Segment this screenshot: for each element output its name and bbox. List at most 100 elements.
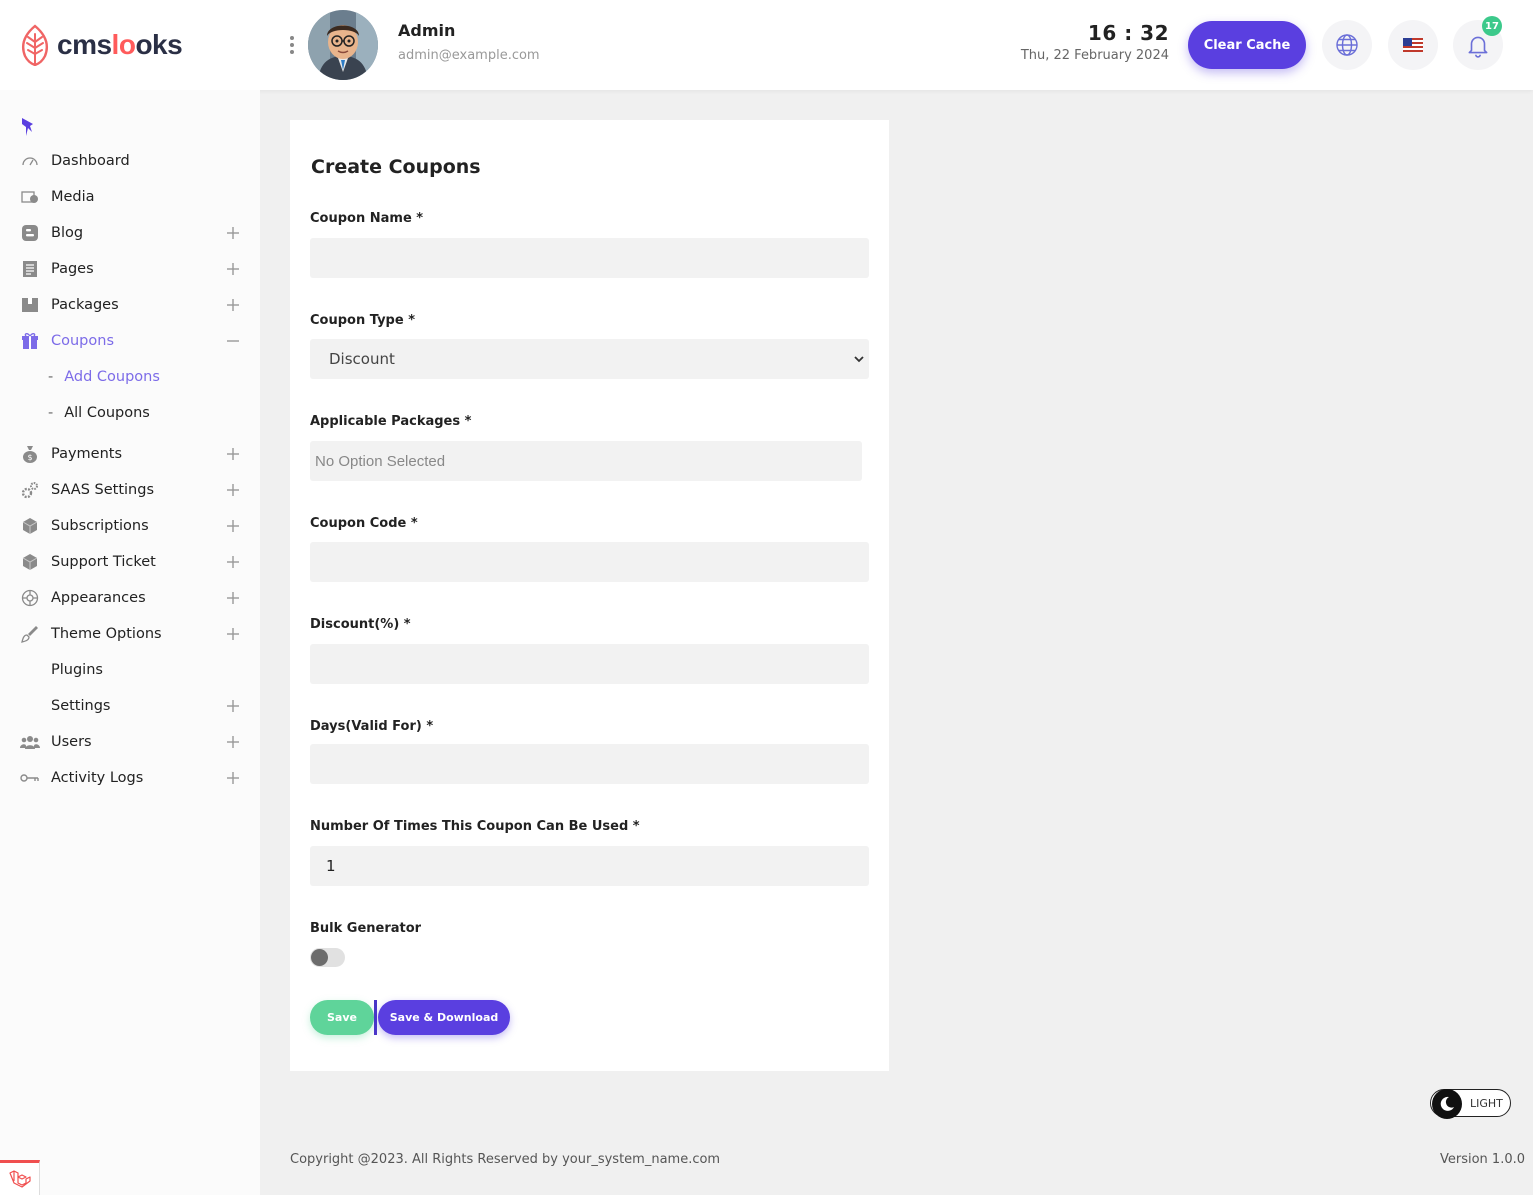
expand-plus-icon[interactable] [226, 771, 240, 785]
coupon-code-label: Coupon Code * [310, 516, 418, 531]
sidebar-subitem-all-coupons[interactable]: - All Coupons [0, 395, 260, 431]
svg-text:$: $ [27, 453, 32, 462]
coupon-type-select[interactable]: Discount [310, 339, 869, 379]
sidebar-item-label: Theme Options [51, 626, 162, 642]
sidebar-item-dashboard[interactable]: Dashboard [0, 143, 260, 179]
save-and-download-button[interactable]: Save & Download [378, 1000, 510, 1035]
user-email: admin@example.com [398, 48, 540, 63]
sidebar-item-activity-logs[interactable]: Activity Logs [0, 760, 260, 796]
sidebar-item-appearances[interactable]: Appearances [0, 580, 260, 616]
sidebar-item-label: Media [51, 189, 95, 205]
pin-icon[interactable] [19, 116, 37, 142]
expand-plus-icon[interactable] [226, 483, 240, 497]
usage-limit-label: Number Of Times This Coupon Can Be Used … [310, 819, 640, 834]
sidebar-subitem-add-coupons[interactable]: - Add Coupons [0, 359, 260, 395]
applicable-packages-multiselect[interactable]: No Option Selected [310, 441, 862, 481]
theme-mode-toggle[interactable]: LIGHT [1430, 1089, 1511, 1119]
sidebar-item-plugins[interactable]: Plugins [0, 652, 260, 688]
sidebar-item-subscriptions[interactable]: Subscriptions [0, 508, 260, 544]
expand-plus-icon[interactable] [226, 447, 240, 461]
bell-icon [1468, 36, 1488, 58]
gift-icon [20, 331, 40, 351]
sidebar-subitem-label: Add Coupons [64, 369, 160, 385]
logo-text: cmslooks [57, 29, 183, 60]
collapse-minus-icon[interactable] [226, 334, 240, 348]
avatar[interactable] [308, 10, 378, 80]
sidebar-item-settings[interactable]: Settings [0, 688, 260, 724]
expand-plus-icon[interactable] [226, 735, 240, 749]
sidebar-item-saas-settings[interactable]: SAAS Settings [0, 472, 260, 508]
chevron-down-icon [854, 356, 864, 363]
sidebar-item-packages[interactable]: Packages [0, 287, 260, 323]
box-icon [20, 552, 40, 572]
sidebar-item-coupons[interactable]: Coupons [0, 323, 260, 359]
country-flag-button[interactable] [1388, 20, 1438, 70]
expand-plus-icon[interactable] [226, 298, 240, 312]
sidebar-item-label: Blog [51, 225, 84, 241]
discount-label: Discount(%) * [310, 617, 411, 632]
page-icon [20, 259, 40, 279]
discount-input[interactable] [310, 644, 869, 684]
sidebar-item-label: Coupons [51, 333, 115, 349]
more-options-icon[interactable] [287, 34, 297, 56]
clear-cache-button[interactable]: Clear Cache [1188, 21, 1306, 69]
expand-plus-icon[interactable] [226, 591, 240, 605]
expand-plus-icon[interactable] [226, 519, 240, 533]
expand-plus-icon[interactable] [226, 262, 240, 276]
brush-icon [20, 624, 40, 644]
button-divider [374, 1000, 377, 1035]
leaf-logo-icon [21, 24, 49, 66]
sidebar-item-media[interactable]: Media [0, 179, 260, 215]
expand-plus-icon[interactable] [226, 226, 240, 240]
coupon-name-input[interactable] [310, 238, 869, 278]
globe-icon [1336, 34, 1358, 56]
sidebar-item-pages[interactable]: Pages [0, 251, 260, 287]
moon-icon [1432, 1089, 1462, 1119]
coupon-code-input[interactable] [310, 542, 869, 582]
sidebar-item-label: Packages [51, 297, 119, 313]
language-button[interactable] [1322, 20, 1372, 70]
days-valid-input[interactable] [310, 744, 869, 784]
sidebar-nav: Dashboard Media Blog Pages Packages Coup… [0, 143, 260, 796]
sidebar-item-label: Activity Logs [51, 770, 144, 786]
coupon-type-label: Coupon Type * [310, 313, 415, 328]
sidebar-item-blog[interactable]: Blog [0, 215, 260, 251]
bulk-generator-toggle[interactable] [310, 948, 345, 967]
bulk-generator-label: Bulk Generator [310, 921, 422, 936]
sidebar-item-users[interactable]: Users [0, 724, 260, 760]
users-icon [20, 732, 40, 752]
coupon-type-value: Discount [329, 350, 395, 368]
copyright-text: Copyright @2023. All Rights Reserved by … [290, 1152, 721, 1167]
create-coupon-card: Create Coupons Coupon Name * Coupon Type… [290, 120, 889, 1071]
expand-plus-icon[interactable] [226, 627, 240, 641]
sidebar-item-label: Plugins [51, 662, 103, 678]
cmslooks-logo[interactable]: cmslooks [19, 24, 183, 66]
laravel-debugbar-icon[interactable] [0, 1160, 40, 1195]
sidebar-item-label: Settings [51, 698, 111, 714]
money-bag-icon: $ [20, 444, 40, 464]
applicable-packages-label: Applicable Packages * [310, 414, 472, 429]
save-button[interactable]: Save [310, 1000, 374, 1035]
blogger-icon [20, 223, 40, 243]
sidebar-item-payments[interactable]: $ Payments [0, 436, 260, 472]
clock-time: 16 : 32 [1087, 21, 1169, 45]
box-icon [20, 516, 40, 536]
sidebar-item-label: Users [51, 734, 92, 750]
media-icon [20, 187, 40, 207]
palette-icon [20, 588, 40, 608]
sidebar-item-label: SAAS Settings [51, 482, 155, 498]
sidebar-item-support-ticket[interactable]: Support Ticket [0, 544, 260, 580]
expand-plus-icon[interactable] [226, 699, 240, 713]
version-text: Version 1.0.0 [1439, 1152, 1525, 1167]
sidebar-item-label: Dashboard [51, 153, 130, 169]
expand-plus-icon[interactable] [226, 555, 240, 569]
sidebar-item-theme-options[interactable]: Theme Options [0, 616, 260, 652]
days-valid-label: Days(Valid For) * [310, 719, 434, 734]
sidebar-item-label: Payments [51, 446, 123, 462]
usage-limit-input[interactable] [310, 846, 869, 886]
sidebar: Dashboard Media Blog Pages Packages Coup… [0, 90, 260, 1195]
speedometer-icon [20, 151, 40, 171]
notifications-button[interactable]: 17 [1453, 16, 1503, 70]
page-title: Create Coupons [311, 156, 481, 178]
package-icon [20, 295, 40, 315]
